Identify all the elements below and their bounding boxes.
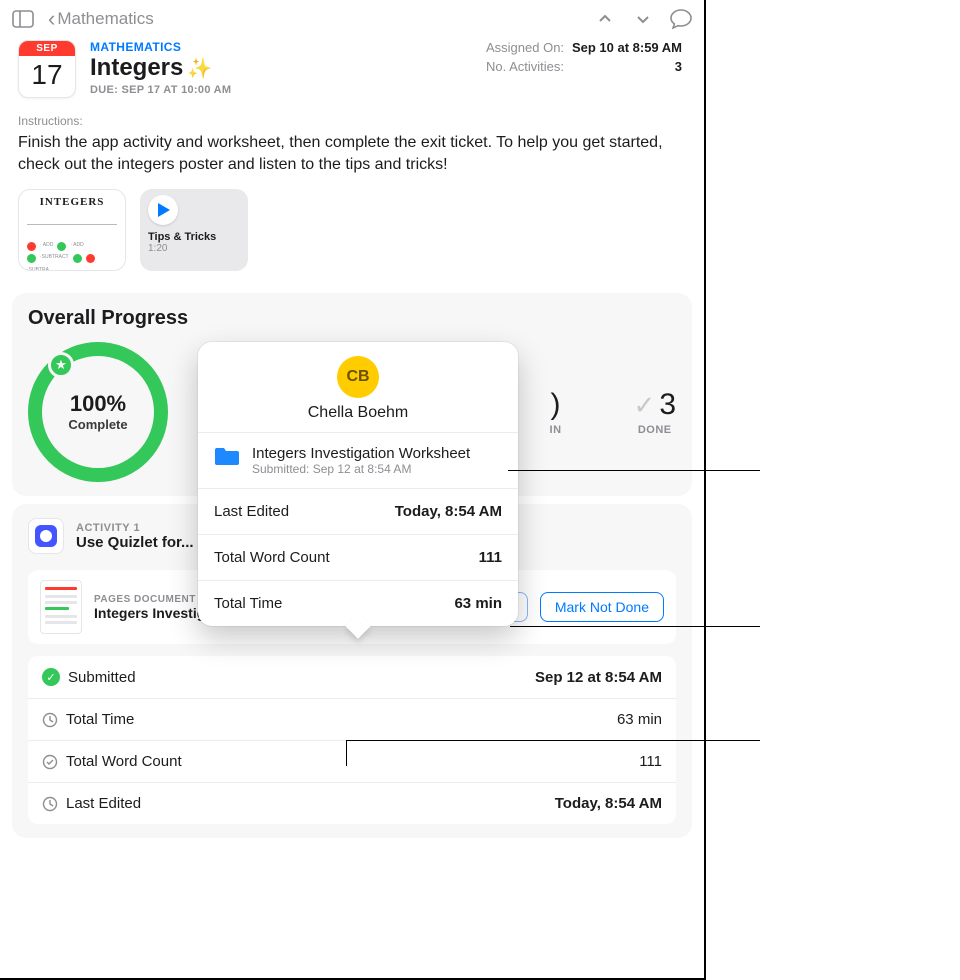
assignment-header: SEP 17 MATHEMATICS Integers ✨ DUE: SEP 1… [0,34,704,98]
instructions-label: Instructions: [0,98,704,132]
popover-doc-row[interactable]: Integers Investigation Worksheet Submitt… [198,433,518,489]
popover-last-edited-value: Today, 8:54 AM [395,503,502,520]
total-time-label: Total Time [66,711,134,728]
in-stat: ) IN [550,388,562,436]
done-stat: ✓ 3 DONE [634,388,676,436]
student-avatar: CB [337,356,379,398]
media-title: Tips & Tricks [148,231,240,243]
popover-word-count-label: Total Word Count [214,549,330,566]
clock-icon [42,796,58,812]
popover-doc-sub: Submitted: Sep 12 at 8:54 AM [252,462,470,476]
popover-word-count-row: Total Word Count 111 [198,535,518,581]
in-value: ) [551,388,561,422]
badge-icon [42,754,58,770]
instructions-body: Finish the app activity and worksheet, t… [0,132,704,175]
student-popover: CB Chella Boehm Integers Investigation W… [198,342,518,626]
media-attachment[interactable]: Tips & Tricks 1:20 [140,189,248,271]
poster-graphic: · ADD · ADD ·SUBTRACT ·SUBTRA [27,212,117,256]
assigned-on-value: Sep 10 at 8:59 AM [572,40,682,55]
back-button[interactable]: ‹ Mathematics [48,8,154,30]
attachments-row: INTEGERS · ADD · ADD ·SUBTRACT ·SUBTRA T… [0,175,704,285]
callout-line [346,740,760,741]
last-edited-row: Last Edited Today, 8:54 AM [28,783,676,824]
sparkle-icon: ✨ [187,56,212,81]
calendar-day: 17 [31,56,62,91]
chat-icon[interactable] [668,6,694,32]
clock-icon [42,712,58,728]
subject-label: MATHEMATICS [90,40,472,54]
next-student-icon[interactable] [630,6,656,32]
due-label: DUE: SEP 17 AT 10:00 AM [90,84,472,96]
popover-rows: Last Edited Today, 8:54 AM Total Word Co… [198,489,518,626]
popover-word-count-value: 111 [479,549,502,566]
callout-line [508,470,760,471]
star-badge-icon: ★ [48,352,74,378]
submitted-check-icon: ✓ [42,668,60,686]
poster-title: INTEGERS [27,196,117,208]
student-name: Chella Boehm [308,404,409,422]
activity-title: Use Quizlet for... [76,534,194,551]
quizlet-app-icon [28,518,64,554]
popover-total-time-value: 63 min [454,595,502,612]
poster-attachment[interactable]: INTEGERS · ADD · ADD ·SUBTRACT ·SUBTRA [18,189,126,271]
total-time-value: 63 min [617,711,662,728]
calendar-tile: SEP 17 [18,40,76,98]
overall-progress-heading: Overall Progress [28,307,676,330]
submitted-value: Sep 12 at 8:54 AM [535,669,662,686]
last-edited-value: Today, 8:54 AM [555,795,662,812]
progress-donut: ★ 100% Complete [28,342,168,482]
in-label: IN [550,424,562,436]
checkmark-icon: ✓ [634,392,656,418]
callout-line [510,626,760,627]
activity-overline: ACTIVITY 1 [76,522,194,534]
last-edited-label: Last Edited [66,795,141,812]
mark-not-done-button[interactable]: Mark Not Done [540,592,664,622]
back-label: Mathematics [57,9,153,29]
callout-line [346,740,347,766]
app-window: ‹ Mathematics SEP 17 MATHEMATICS Integer… [0,0,706,980]
done-value: 3 [659,388,676,422]
submitted-label: Submitted [68,669,136,686]
popover-last-edited-row: Last Edited Today, 8:54 AM [198,489,518,535]
progress-complete-label: Complete [68,417,127,432]
word-count-row: Total Word Count 111 [28,741,676,783]
popover-last-edited-label: Last Edited [214,503,289,520]
word-count-label: Total Word Count [66,753,182,770]
assignment-title: Integers [90,54,183,82]
calendar-month: SEP [19,41,75,56]
folder-icon [214,445,240,472]
done-label: DONE [634,424,676,436]
popover-total-time-row: Total Time 63 min [198,581,518,626]
submitted-row: ✓ Submitted Sep 12 at 8:54 AM [28,656,676,699]
popover-total-time-label: Total Time [214,595,282,612]
total-time-row: Total Time 63 min [28,699,676,741]
progress-percent: 100% [70,393,126,415]
num-activities-label: No. Activities: [486,59,564,74]
num-activities-value: 3 [675,59,682,74]
word-count-value: 111 [639,753,662,770]
document-thumbnail [40,580,82,634]
sidebar-toggle-icon[interactable] [10,6,36,32]
play-icon [148,195,178,225]
chevron-left-icon: ‹ [48,8,55,30]
media-duration: 1:20 [148,243,240,254]
assigned-on-label: Assigned On: [486,40,564,55]
popover-doc-title: Integers Investigation Worksheet [252,445,470,462]
topbar: ‹ Mathematics [0,0,704,34]
prev-student-icon[interactable] [592,6,618,32]
